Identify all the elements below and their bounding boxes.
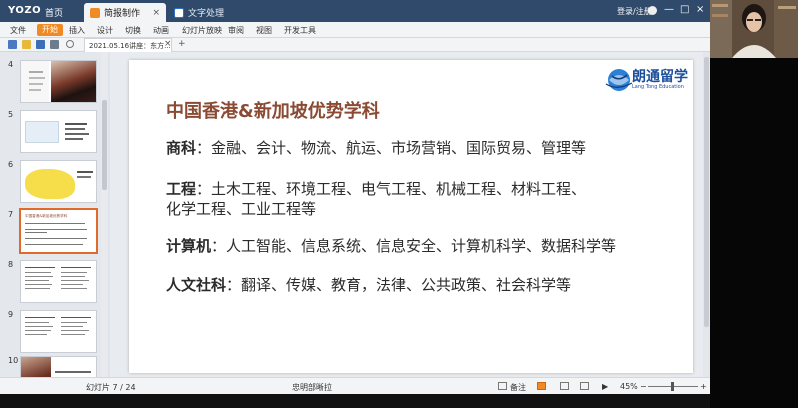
sorter-view-icon[interactable] xyxy=(560,382,569,390)
document-tab-label: 2021.05.16讲座：东方... xyxy=(89,42,171,50)
line-separator: ： xyxy=(226,276,242,294)
menu-bar: 文件 开始 插入 设计 切换 动画 幻灯片放映 审阅 视图 开发工具 xyxy=(0,22,710,38)
line-label: 工程 xyxy=(166,180,197,198)
status-bar: 幻灯片 7 / 24 忠明部晰拉 备注 ▶ 45% − + xyxy=(0,377,710,394)
menu-review[interactable]: 审阅 xyxy=(228,25,244,36)
slide-counter: 幻灯片 7 / 24 xyxy=(86,383,136,392)
menu-insert[interactable]: 插入 xyxy=(69,25,85,36)
slide-line-engineering-cont: 化学工程、工业工程等 xyxy=(166,198,316,219)
slide-canvas: 朗通留学 Lang Tong Education 中国香港&新加坡优势学科 商科… xyxy=(110,52,710,377)
menu-file[interactable]: 文件 xyxy=(10,25,26,36)
minimize-icon[interactable]: — xyxy=(664,4,674,15)
screen-border xyxy=(0,394,710,408)
thumbnail-scrollbar-handle[interactable] xyxy=(102,100,107,190)
slide-line-business: 商科：金融、会计、物流、航运、市场营销、国际贸易、管理等 xyxy=(166,137,586,158)
notes-button[interactable]: 备注 xyxy=(510,382,526,393)
save-icon[interactable] xyxy=(36,40,45,49)
webcam-person-icon xyxy=(710,0,798,58)
zoom-in-icon[interactable]: + xyxy=(700,382,707,391)
open-folder-icon[interactable] xyxy=(22,40,31,49)
line-text: 人工智能、信息系统、信息安全、计算机科学、数据科学等 xyxy=(226,237,617,255)
slide-thumbnail[interactable] xyxy=(20,60,97,103)
menu-view[interactable]: 视图 xyxy=(256,25,272,36)
new-file-icon[interactable] xyxy=(8,40,17,49)
slide-thumbnail[interactable] xyxy=(20,260,97,303)
line-text: 土木工程、环境工程、电气工程、机械工程、材料工程、 xyxy=(211,180,587,198)
canvas-scrollbar-handle[interactable] xyxy=(704,57,709,327)
line-separator: ： xyxy=(211,237,227,255)
tab-word-processing[interactable]: 文字处理 xyxy=(168,3,258,22)
menu-transition[interactable]: 切换 xyxy=(125,25,141,36)
logo-chinese-name: 朗通留学 xyxy=(632,69,688,85)
slide-thumbnail[interactable] xyxy=(20,110,97,153)
menu-home[interactable]: 开始 xyxy=(37,24,63,36)
company-logo: 朗通留学 Lang Tong Education xyxy=(605,65,689,95)
webcam-panel xyxy=(710,58,798,408)
slide-thumbnail[interactable] xyxy=(20,160,97,203)
tab-word-processing-label: 文字处理 xyxy=(188,9,225,19)
slide-line-engineering: 工程：土木工程、环境工程、电气工程、机械工程、材料工程、 xyxy=(166,178,586,199)
quick-access-bar: 2021.05.16讲座：东方... × + xyxy=(0,38,710,52)
slide-thumbnail-panel: 4 5 6 7 中国香港&新加坡优势学科 8 9 10 xyxy=(0,52,108,377)
window-close-icon[interactable]: × xyxy=(696,4,704,15)
thumbnail-number: 6 xyxy=(8,160,14,169)
menu-slideshow[interactable]: 幻灯片放映 xyxy=(182,25,222,36)
globe-logo-icon xyxy=(605,69,633,91)
line-text: 化学工程、工业工程等 xyxy=(166,200,317,218)
slideshow-icon[interactable]: ▶ xyxy=(602,382,608,391)
close-icon[interactable]: × xyxy=(152,8,160,18)
thumbnail-number: 5 xyxy=(8,110,14,119)
slide-line-computing: 计算机：人工智能、信息系统、信息安全、计算机科学、数据科学等 xyxy=(166,235,616,256)
thumbnail-number: 10 xyxy=(8,356,19,365)
login-link[interactable]: 登录/注册 xyxy=(617,6,652,17)
home-tab[interactable]: 首页 xyxy=(45,6,63,19)
webcam-video xyxy=(710,0,798,58)
slide-thumbnail[interactable] xyxy=(20,356,97,377)
reading-view-icon[interactable] xyxy=(580,382,589,390)
zoom-slider-handle[interactable] xyxy=(671,382,674,391)
normal-view-icon[interactable] xyxy=(537,382,546,390)
line-text: 金融、会计、物流、航运、市场营销、国际贸易、管理等 xyxy=(211,139,587,157)
thumbnail-number: 8 xyxy=(8,260,14,269)
slide-thumbnail-selected[interactable]: 中国香港&新加坡优势学科 xyxy=(19,208,98,254)
tab-presentation[interactable]: 简报制作 × xyxy=(84,3,166,22)
undo-icon[interactable] xyxy=(66,40,74,48)
user-avatar-icon[interactable] xyxy=(648,6,657,15)
zoom-level: 45% xyxy=(620,382,638,391)
tab-presentation-label: 简报制作 xyxy=(104,9,141,19)
slide-title: 中国香港&新加坡优势学科 xyxy=(166,101,380,122)
office-app-window: YOZO 首页 简报制作 × 文字处理 登录/注册 — □ × 文件 开始 插入… xyxy=(0,0,710,394)
notes-icon[interactable] xyxy=(498,382,507,390)
maximize-icon[interactable]: □ xyxy=(680,4,689,15)
document-tab[interactable]: 2021.05.16讲座：东方... xyxy=(84,38,172,52)
zoom-out-icon[interactable]: − xyxy=(640,382,647,391)
thumbnail-title: 中国香港&新加坡优势学科 xyxy=(25,214,68,218)
title-bar: YOZO 首页 简报制作 × 文字处理 登录/注册 — □ × xyxy=(0,0,710,22)
document-icon xyxy=(174,7,184,18)
slide-line-humanities: 人文社科：翻译、传媒、教育，法律、公共政策、社会科学等 xyxy=(166,274,571,295)
theme-name: 忠明部晰拉 xyxy=(292,383,332,392)
logo-english-name: Lang Tong Education xyxy=(632,84,684,90)
line-label: 人文社科 xyxy=(166,276,227,294)
close-doc-icon[interactable]: × xyxy=(164,39,172,49)
menu-developer[interactable]: 开发工具 xyxy=(284,25,316,36)
line-text: 翻译、传媒、教育，法律、公共政策、社会科学等 xyxy=(241,276,572,294)
line-label: 商科 xyxy=(166,139,197,157)
thumbnail-number: 9 xyxy=(8,310,14,319)
app-logo: YOZO xyxy=(8,5,42,16)
slide-thumbnail[interactable] xyxy=(20,310,97,353)
line-separator: ： xyxy=(196,180,212,198)
menu-design[interactable]: 设计 xyxy=(97,25,113,36)
new-tab-icon[interactable]: + xyxy=(178,39,186,49)
menu-animation[interactable]: 动画 xyxy=(153,25,169,36)
line-separator: ： xyxy=(196,139,212,157)
thumbnail-number: 7 xyxy=(8,210,14,219)
slide[interactable]: 朗通留学 Lang Tong Education 中国香港&新加坡优势学科 商科… xyxy=(129,60,693,373)
line-label: 计算机 xyxy=(166,237,212,255)
presentation-icon xyxy=(90,7,100,18)
thumbnail-number: 4 xyxy=(8,60,14,69)
print-icon[interactable] xyxy=(50,40,59,49)
